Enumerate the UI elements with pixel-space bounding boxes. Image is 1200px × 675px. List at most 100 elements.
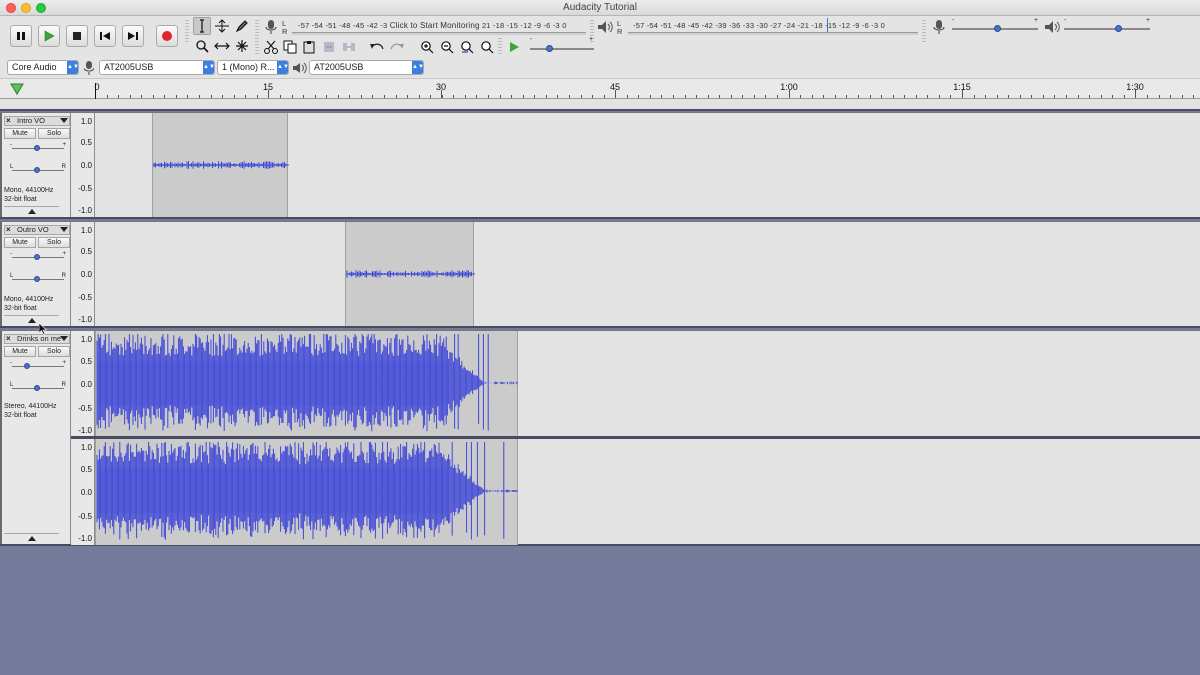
toolbar-grip[interactable] [922,20,926,42]
speaker-icon [293,62,307,74]
solo-button[interactable]: Solo [38,128,70,139]
redo-icon [390,43,404,50]
track-intro-vo: × Intro VO Mute Solo - + LR Mono, 44100Hz… [0,112,1200,219]
paste-button[interactable] [300,38,318,56]
waveform [96,442,518,540]
gain-slider[interactable]: - + [10,142,66,153]
cut-button[interactable] [262,38,280,56]
solo-button[interactable]: Solo [38,346,70,357]
record-button[interactable] [156,25,178,47]
skip-to-start-button[interactable] [94,25,116,47]
ruler-minor-tick [1089,95,1090,98]
mute-button[interactable]: Mute [4,346,36,357]
ruler-minor-tick [303,95,304,98]
amplitude-scale-left[interactable]: 1.0 0.5 0.0 -0.5 -1.0 [71,331,95,437]
ruler-minor-tick [719,95,720,98]
skip-end-icon [128,32,138,40]
amplitude-scale-right[interactable]: 1.0 0.5 0.0 -0.5 -1.0 [71,439,95,545]
rec-vol-max-label: + [1034,17,1039,24]
pan-slider[interactable]: LR [10,273,66,284]
gain-slider[interactable]: - + [10,360,66,371]
redo-button[interactable] [388,38,406,56]
pan-slider[interactable]: LR [10,382,66,393]
selection-tool[interactable] [193,17,211,35]
collapse-track-button[interactable] [4,206,59,216]
envelope-tool[interactable] [213,17,231,35]
audio-host-select[interactable]: Core Audio ▲▼ [7,60,79,75]
ruler-minor-tick [211,95,212,98]
waveform-area[interactable] [95,222,1200,326]
time-shift-tool[interactable] [213,37,231,55]
silence-button[interactable] [340,38,358,56]
stop-button[interactable] [66,25,88,47]
multi-tool[interactable] [233,37,251,55]
record-meter-scale[interactable]: -57 -54 -51 -48 -45 -42 -3 Click to Star… [298,21,567,30]
fit-selection-button[interactable] [458,38,476,56]
toolbar-grip[interactable] [498,38,502,56]
fit-project-icon [481,41,494,54]
ruler-minor-tick [777,95,778,98]
dropdown-icon[interactable] [60,227,68,232]
amplitude-scale[interactable]: 1.0 0.5 0.0 -0.5 -1.0 [71,222,95,326]
mute-button[interactable]: Mute [4,237,36,248]
close-track-icon[interactable]: × [6,335,11,343]
pan-slider[interactable]: LR [10,164,66,175]
ruler-minor-tick [685,95,686,98]
track-name-menu[interactable]: × Drinks on me [4,334,70,344]
scale-value: -0.5 [78,184,92,193]
ruler-minor-tick [523,95,524,98]
playback-volume-slider[interactable] [1064,28,1150,30]
draw-tool[interactable] [233,17,251,35]
scale-value: 1.0 [80,443,92,452]
play-speed-thumb[interactable] [546,45,553,52]
gain-slider[interactable]: - + [10,251,66,262]
skip-to-end-button[interactable] [122,25,144,47]
play-speed-slider[interactable] [530,48,594,50]
play-meter-button[interactable] [596,18,614,36]
device-toolbar: Core Audio ▲▼ AT2005USB ▲▼ 1 (Mono) R... ▲▼… [0,58,1200,78]
timeline-ruler[interactable]: 0 15 30 45 1:00 1:15 1:30 [0,78,1200,99]
record-meter-button[interactable] [262,18,280,36]
scale-value: 0.5 [80,247,92,256]
solo-button[interactable]: Solo [38,237,70,248]
ruler-minor-tick [338,95,339,98]
audio-clip-right-channel[interactable] [95,439,518,545]
ruler-minor-tick [893,95,894,98]
playback-volume-thumb[interactable] [1115,25,1122,32]
toolbar-grip[interactable] [255,38,259,56]
pause-button[interactable] [10,25,32,47]
track-control-panel: × Drinks on me Mute Solo - + LR Stereo, 4… [0,331,71,544]
fit-project-button[interactable] [478,38,496,56]
dropdown-icon[interactable] [60,336,68,341]
audio-clip[interactable] [345,222,475,326]
trim-button[interactable] [320,38,338,56]
recording-volume-thumb[interactable] [994,25,1001,32]
collapse-track-button[interactable] [4,533,59,543]
play-button[interactable] [38,25,60,47]
ruler-minor-tick [349,95,350,98]
playback-device-select[interactable]: AT2005USB ▲▼ [309,60,424,75]
undo-button[interactable] [368,38,386,56]
recording-device-select[interactable]: AT2005USB ▲▼ [99,60,215,75]
copy-button[interactable] [281,38,299,56]
amplitude-scale[interactable]: 1.0 0.5 0.0 -0.5 -1.0 [71,113,95,217]
play-head-marker-icon[interactable] [10,82,24,95]
mute-button[interactable]: Mute [4,128,36,139]
collapse-track-button[interactable] [4,315,59,325]
zoom-tool[interactable] [193,37,211,55]
zoom-out-button[interactable] [438,38,456,56]
ruler-minor-tick [187,95,188,98]
play-at-speed-button[interactable] [505,38,523,56]
play-meter-scale[interactable]: -57 -54 -51 -48 -45 -42 -39 -36 -33 -30 … [633,21,885,30]
recording-channels-select[interactable]: 1 (Mono) R... ▲▼ [217,60,289,75]
audio-clip-left-channel[interactable] [95,331,518,436]
ruler-minor-tick [430,95,431,98]
track-name-menu[interactable]: × Outro VO [4,225,70,235]
close-track-icon[interactable]: × [6,117,11,125]
toolbar-grip[interactable] [185,20,189,42]
dropdown-icon[interactable] [60,118,68,123]
track-name-menu[interactable]: × Intro VO [4,116,70,126]
audio-clip[interactable] [152,113,289,217]
close-track-icon[interactable]: × [6,226,11,234]
zoom-in-button[interactable] [418,38,436,56]
